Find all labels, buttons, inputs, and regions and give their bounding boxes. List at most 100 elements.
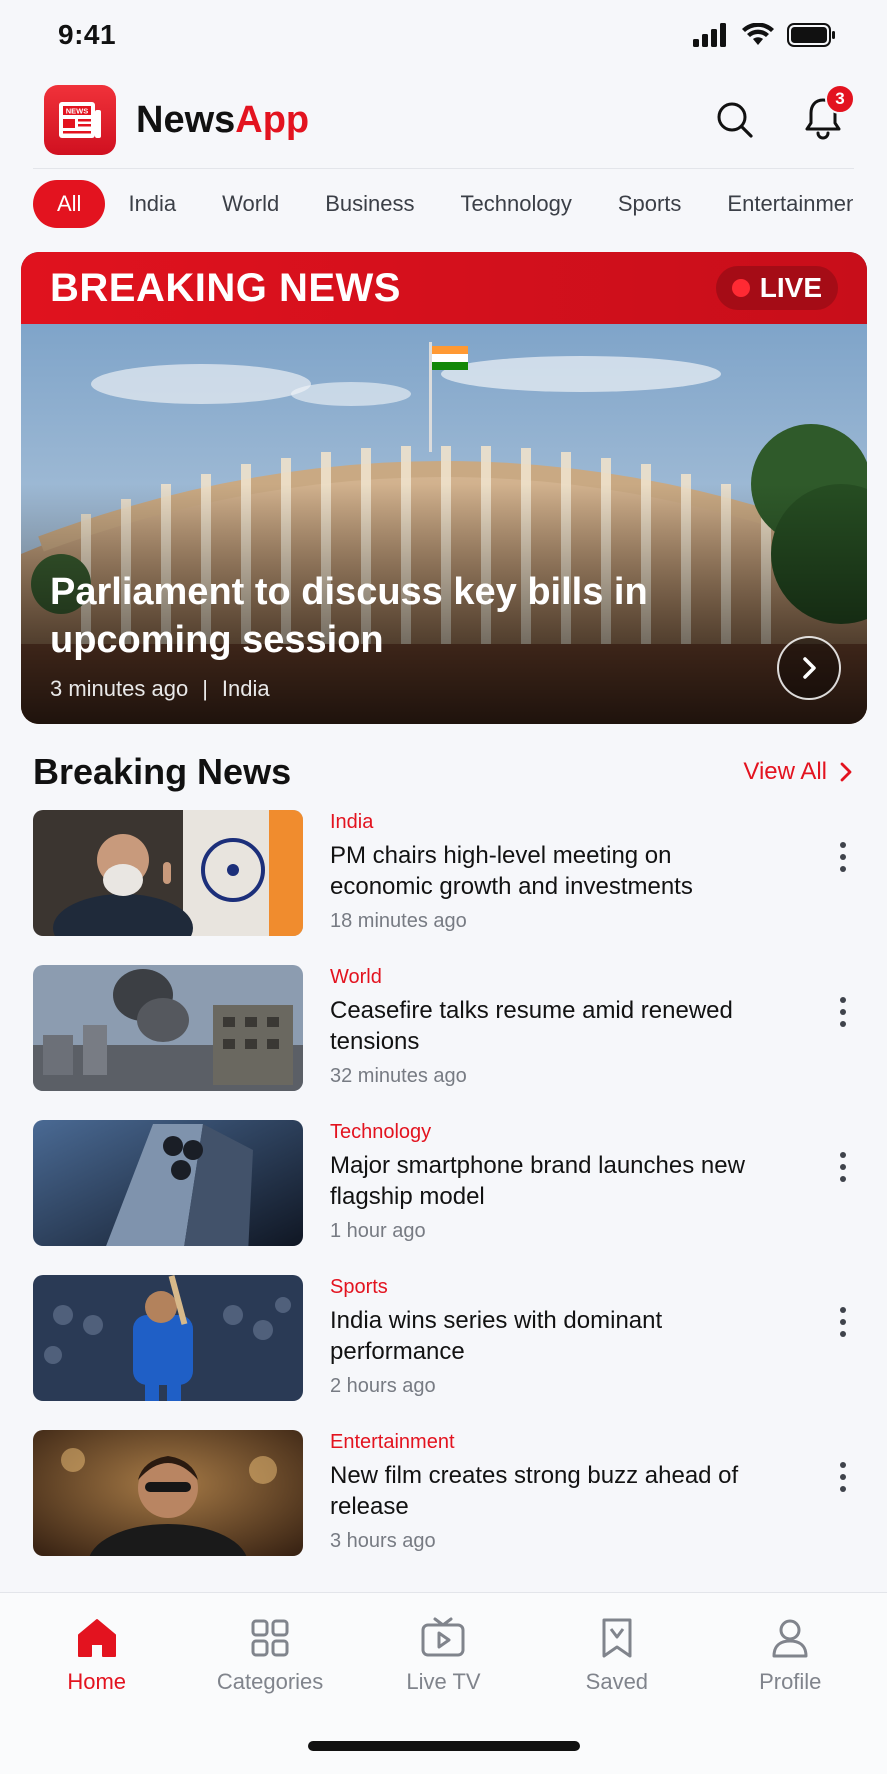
tab-sports[interactable]: Sports [595,180,705,228]
news-text: Entertainment New film creates strong bu… [330,1430,770,1585]
news-text: Technology Major smartphone brand launch… [330,1120,770,1275]
news-thumbnail [33,965,303,1091]
news-title[interactable]: India wins series with dominant performa… [330,1305,770,1367]
news-thumbnail [33,1275,303,1401]
view-all-label: View All [743,758,827,785]
status-time: 9:41 [58,19,117,50]
more-options-icon[interactable] [833,842,853,872]
news-category[interactable]: Sports [330,1275,770,1299]
breaking-news-section-header: Breaking News View All [33,750,853,794]
search-icon[interactable] [715,100,755,140]
more-options-icon[interactable] [833,997,853,1027]
breaking-news-banner: BREAKING NEWS LIVE [21,252,867,324]
news-time: 18 minutes ago [330,910,467,932]
news-category[interactable]: Technology [330,1120,770,1144]
news-time: 2 hours ago [330,1375,436,1397]
hero-separator: | [202,676,208,701]
news-category[interactable]: World [330,965,770,989]
status-icons [693,23,837,47]
nav-saved[interactable]: Saved [537,1617,697,1695]
film-actor-thumbnail [33,1430,303,1556]
more-options-icon[interactable] [833,1152,853,1182]
tab-all[interactable]: All [33,180,106,228]
tab-india[interactable]: India [105,180,199,228]
tab-business[interactable]: Business [302,180,437,228]
nav-categories[interactable]: Categories [190,1617,350,1695]
news-category[interactable]: India [330,810,770,834]
nav-home-label: Home [67,1669,127,1694]
section-title: Breaking News [33,751,292,792]
home-icon [77,1619,116,1657]
news-title[interactable]: Major smartphone brand launches new flag… [330,1150,770,1212]
news-thumbnail [33,810,303,936]
app-header: NEWS NewsApp 3 [0,70,887,170]
news-title[interactable]: New film creates strong buzz ahead of re… [330,1460,770,1522]
hero-headline: Parliament to discuss key bills in upcom… [50,571,648,661]
hero-category: India [221,676,270,701]
svg-text:NEWS: NEWS [66,107,89,116]
war-zone-thumbnail [33,965,303,1091]
nav-live-tv-label: Live TV [406,1669,481,1694]
breaking-news-banner-title: BREAKING NEWS [50,265,401,310]
nav-home[interactable]: Home [17,1617,177,1695]
nav-live-tv[interactable]: Live TV [363,1617,523,1695]
live-label: LIVE [759,272,822,303]
news-item[interactable]: Technology Major smartphone brand launch… [33,1120,853,1275]
news-text: World Ceasefire talks resume amid renewe… [330,965,770,1120]
bookmark-icon [602,1618,632,1658]
news-time: 1 hour ago [330,1220,426,1242]
notifications-button[interactable]: 3 [803,83,855,145]
news-title[interactable]: Ceasefire talks resume amid renewed tens… [330,995,770,1057]
grid-icon [251,1619,289,1657]
view-all-link[interactable]: View All [743,758,853,786]
wifi-icon [742,23,774,45]
news-time: 3 hours ago [330,1530,436,1552]
tab-world[interactable]: World [199,180,302,228]
cricketer-thumbnail [33,1275,303,1401]
chevron-right-icon [803,657,816,679]
user-icon [772,1619,808,1658]
news-item[interactable]: Entertainment New film creates strong bu… [33,1430,853,1585]
leader-photo-thumbnail [33,810,303,936]
news-list: India PM chairs high-level meeting on ec… [33,810,853,1585]
live-dot-icon [731,279,750,297]
battery-icon [787,23,835,47]
news-category[interactable]: Entertainment [330,1430,770,1454]
tab-technology[interactable]: Technology [438,180,595,228]
news-thumbnail [33,1120,303,1246]
hero-next-button[interactable] [777,636,841,700]
app-logo[interactable]: NEWS [44,85,116,155]
nav-categories-label: Categories [216,1669,324,1694]
tv-play-icon [421,1617,465,1657]
news-item[interactable]: World Ceasefire talks resume amid renewe… [33,965,853,1120]
brand-name: NewsApp [136,99,309,142]
brand-part2: App [235,98,310,141]
news-thumbnail [33,1430,303,1556]
header-divider [33,168,854,169]
status-bar: 9:41 [0,0,887,70]
nav-profile-label: Profile [759,1669,822,1694]
signal-icon [693,23,726,47]
news-title[interactable]: PM chairs high-level meeting on economic… [330,840,770,902]
news-text: India PM chairs high-level meeting on ec… [330,810,770,965]
header-actions: 3 [715,83,855,145]
tab-entertainment[interactable]: Entertainment [704,180,853,228]
newspaper-icon: NEWS [59,102,101,138]
notification-badge: 3 [825,83,855,114]
chevron-right-icon [840,762,852,782]
breaking-news-hero-card[interactable]: BREAKING NEWS LIVE Parliament to discuss… [21,252,867,724]
more-options-icon[interactable] [833,1462,853,1492]
news-item[interactable]: India PM chairs high-level meeting on ec… [33,810,853,965]
news-text: Sports India wins series with dominant p… [330,1275,770,1430]
nav-profile[interactable]: Profile [710,1617,870,1695]
more-options-icon[interactable] [833,1307,853,1337]
smartphone-thumbnail [33,1120,303,1246]
home-indicator [308,1741,580,1751]
category-tabs: All India World Business Technology Spor… [33,180,853,228]
news-time: 32 minutes ago [330,1065,467,1087]
nav-saved-label: Saved [585,1669,649,1694]
hero-time: 3 minutes ago [50,676,189,701]
news-item[interactable]: Sports India wins series with dominant p… [33,1275,853,1430]
hero-meta: 3 minutes ago | India [50,676,270,702]
brand-part1: News [136,98,236,141]
